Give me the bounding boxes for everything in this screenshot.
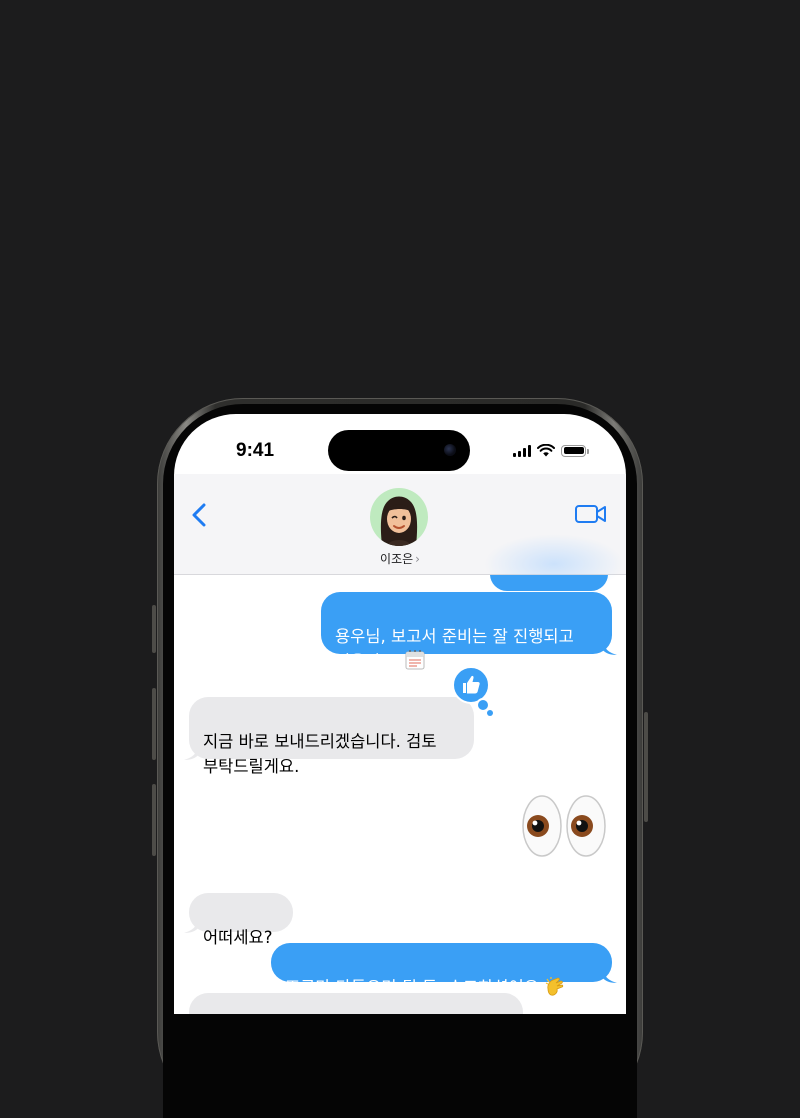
message-bubble-incoming[interactable]: 지금 바로 보내드리겠습니다. 검토 부탁드릴게요. [184, 697, 474, 776]
message-text: 어떠세요? [203, 928, 273, 947]
front-camera [444, 444, 456, 456]
facetime-video-icon[interactable] [574, 502, 608, 526]
message-bubble-incoming[interactable]: 어떠세요? [184, 893, 293, 947]
eyes-emoji-message[interactable] [520, 793, 610, 863]
message-bubble-partial [490, 575, 608, 591]
status-time: 9:41 [236, 440, 275, 461]
bubble-tail [184, 744, 198, 760]
reaction-dot [487, 710, 493, 716]
message-bubble-outgoing[interactable]: 조금만 다듬으면 될 듯. 수고하셨어요. [271, 943, 617, 997]
message-text: 지금 바로 보내드리겠습니다. 검토 부탁드릴게요. [203, 732, 437, 776]
volume-down-button [152, 784, 156, 856]
dynamic-island [328, 430, 470, 471]
tapback-reaction[interactable] [452, 666, 493, 716]
bubble-tail [184, 917, 198, 933]
message-bubble-partial [189, 993, 523, 1014]
status-icons [513, 444, 589, 457]
message-bubble-outgoing[interactable]: 용우님, 보고서 준비는 잘 진행되고 있을까요? [321, 592, 617, 671]
message-list[interactable]: 용우님, 보고서 준비는 잘 진행되고 있을까요? 지금 바로 보내드리겠습니다… [174, 575, 626, 1014]
memoji-avatar-icon [380, 496, 418, 546]
battery-icon [561, 444, 589, 457]
bubble-tail [603, 967, 617, 983]
bubble-tail [603, 639, 617, 655]
calendar-icon [404, 649, 426, 678]
eyes-icon [522, 795, 606, 857]
back-chevron-icon[interactable] [188, 500, 212, 530]
wifi-icon [537, 444, 555, 457]
thumbs-up-icon [463, 675, 480, 694]
contact-chevron-icon: › [415, 552, 420, 566]
contact-name-label: 이조은 [380, 552, 414, 566]
side-button [644, 712, 648, 822]
volume-up-button [152, 688, 156, 760]
contact-avatar[interactable] [370, 488, 428, 546]
phone-screen: 9:41 이조은 › 용우님, 보고서 준비는 잘 진행되고 있을까요? 지금 … [174, 414, 626, 1014]
cellular-signal-icon [513, 444, 531, 457]
action-button [152, 605, 156, 653]
message-text: 용우님, 보고서 준비는 잘 진행되고 있을까요? [335, 627, 574, 671]
